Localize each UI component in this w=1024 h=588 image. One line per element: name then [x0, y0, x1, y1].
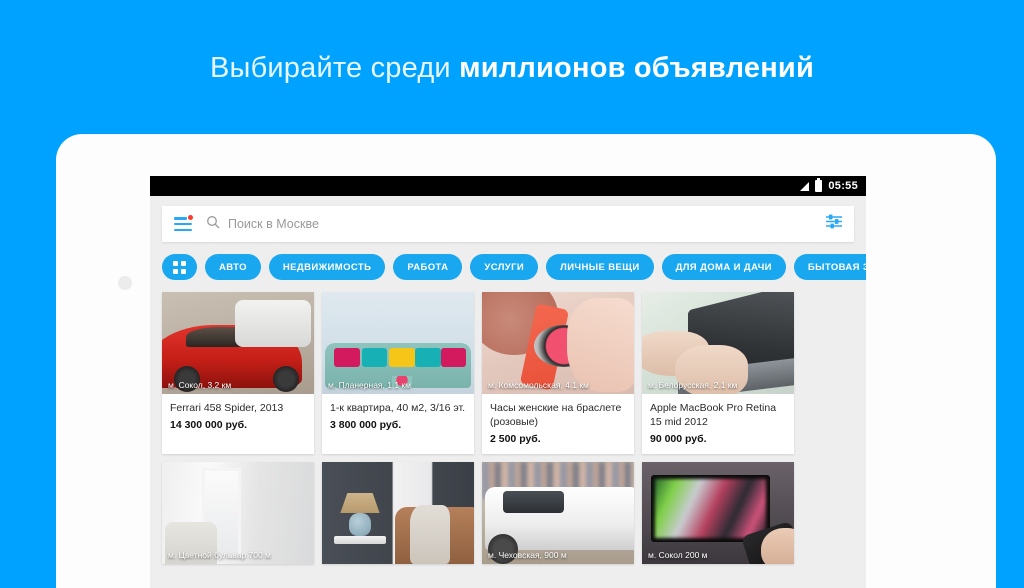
listing-info: Apple MacBook Pro Retina 15 mid 2012 90 … — [642, 394, 794, 454]
pillow — [361, 348, 388, 368]
listings-grid: м. Сокол, 3.2 км Ferrari 458 Spider, 201… — [150, 280, 866, 565]
hamburger-line-1 — [174, 217, 187, 220]
listing-geo-label: м. Сокол 200 м — [648, 550, 708, 561]
listing-card[interactable] — [322, 462, 474, 565]
listing-geo-label: м. Чеховская, 900 м — [488, 550, 567, 561]
grid-view-icon — [173, 260, 186, 274]
listing-info: Часы женские на браслете (розовые) 2 500… — [482, 394, 634, 454]
tv-frame — [651, 474, 770, 542]
search-bar-container: Поиск в Москве — [150, 196, 866, 242]
listing-card[interactable]: м. Комсомольская, 4.1 км Часы женские на… — [482, 292, 634, 455]
listing-price: 3 800 000 руб. — [330, 419, 402, 432]
category-chip-auto[interactable]: АВТО — [205, 254, 261, 280]
category-chip-home[interactable]: ДЛЯ ДОМА И ДАЧИ — [661, 254, 786, 280]
listing-geo-label: м. Белорусская, 2.1 км — [648, 380, 738, 390]
ferrari-photo — [162, 292, 314, 394]
lamp-sofa-photo — [322, 462, 474, 565]
white-suv-photo — [482, 462, 634, 565]
listing-geo-label: м. Комсомольская, 4.1 км — [488, 380, 589, 390]
headline-light-part: Выбирайте среди — [210, 52, 451, 84]
listing-title: Apple MacBook Pro Retina 15 mid 2012 — [650, 402, 777, 429]
front-camera-icon — [118, 276, 132, 290]
pillow — [414, 348, 441, 368]
listing-price: 90 000 руб. — [650, 433, 707, 446]
grid-cell — [181, 260, 186, 266]
grid-cell — [173, 268, 178, 274]
listing-card[interactable]: м. Чеховская, 900 м — [482, 462, 634, 565]
pillow — [334, 348, 360, 368]
sofa-interior-photo — [322, 292, 474, 394]
battery-icon — [815, 178, 823, 192]
listing-title: Часы женские на браслете (розовые) — [490, 402, 622, 429]
listing-geo-label: м. Цветной бульвар 700 м — [168, 550, 271, 561]
listing-photo[interactable]: м. Комсомольская, 4.1 км — [482, 292, 634, 394]
hand-shape — [567, 298, 634, 392]
listing-photo[interactable]: м. Цветной бульвар 700 м — [162, 462, 314, 565]
pink-watch-photo — [482, 292, 634, 394]
tablet-device-frame: 05:55 Поиск в Москве АВТО НЕДВИЖИМОСТЬ Р… — [56, 134, 996, 588]
lamp-shade — [340, 492, 380, 514]
car-windshield — [186, 326, 254, 348]
search-input[interactable]: Поиск в Москве — [228, 217, 826, 231]
filter-sliders-icon[interactable] — [826, 214, 842, 234]
tv-screen — [655, 478, 766, 538]
listing-geo-label: м. Планерная, 1.1 км — [328, 380, 411, 390]
lamp-base — [349, 513, 371, 536]
car-wheel — [272, 365, 299, 392]
category-chip-personal[interactable]: ЛИЧНЫЕ ВЕЩИ — [546, 254, 654, 280]
promo-headline: Выбирайте среди миллионов объявлений — [0, 52, 1024, 85]
listing-title: 1-к квартира, 40 м2, 3/16 эт. — [330, 402, 466, 414]
category-grid-button[interactable] — [162, 254, 197, 280]
listing-photo[interactable] — [322, 462, 474, 565]
category-chips-row[interactable]: АВТО НЕДВИЖИМОСТЬ РАБОТА УСЛУГИ ЛИЧНЫЕ В… — [150, 242, 866, 280]
listing-price: 2 500 руб. — [490, 433, 541, 446]
macbook-photo — [642, 292, 794, 394]
listing-photo[interactable]: м. Планерная, 1.1 км — [322, 292, 474, 394]
pillow — [388, 348, 415, 368]
hamburger-line-3 — [174, 228, 192, 231]
device-screen: 05:55 Поиск в Москве АВТО НЕДВИЖИМОСТЬ Р… — [150, 176, 866, 588]
status-bar: 05:55 — [150, 176, 866, 196]
listing-info: Ferrari 458 Spider, 2013 14 300 000 руб. — [162, 394, 314, 440]
hamburger-menu-icon[interactable] — [174, 215, 193, 231]
listing-photo[interactable]: м. Чеховская, 900 м — [482, 462, 634, 565]
listing-info: 1-к квартира, 40 м2, 3/16 эт. 3 800 000 … — [322, 394, 474, 440]
grid-cell — [173, 260, 178, 266]
category-chip-electronics[interactable]: БЫТОВАЯ ЭЛЕКТРОНИКА — [793, 254, 866, 280]
listing-card[interactable]: м. Планерная, 1.1 км 1-к квартира, 40 м2… — [322, 292, 474, 455]
category-chip-jobs[interactable]: РАБОТА — [393, 254, 463, 280]
listing-card[interactable]: м. Сокол 200 м — [642, 462, 794, 565]
listing-price: 14 300 000 руб. — [170, 419, 247, 432]
hamburger-line-2 — [174, 222, 192, 226]
listing-photo[interactable]: м. Сокол, 3.2 км — [162, 292, 314, 394]
notification-dot — [188, 215, 193, 220]
category-chip-services[interactable]: УСЛУГИ — [470, 254, 539, 280]
search-icon — [206, 215, 220, 234]
listing-card[interactable]: м. Цветной бульвар 700 м — [162, 462, 314, 565]
tv-remote-photo — [642, 462, 794, 565]
category-chip-realty[interactable]: НЕДВИЖИМОСТЬ — [268, 254, 386, 280]
listing-card[interactable]: м. Сокол, 3.2 км Ferrari 458 Spider, 201… — [162, 292, 314, 455]
listing-title: Ferrari 458 Spider, 2013 — [170, 402, 284, 414]
throw-blanket — [410, 505, 450, 565]
listing-photo[interactable]: м. Белорусская, 2.1 км — [642, 292, 794, 394]
status-bar-clock: 05:55 — [828, 180, 858, 192]
listing-card[interactable]: м. Белорусская, 2.1 км Apple MacBook Pro… — [642, 292, 794, 455]
car-window — [503, 490, 565, 514]
listing-geo-label: м. Сокол, 3.2 км — [168, 380, 232, 390]
listing-photo[interactable]: м. Сокол 200 м — [642, 462, 794, 565]
side-table — [334, 535, 386, 544]
pillow — [440, 348, 467, 368]
headline-bold-part: миллионов объявлений — [459, 52, 814, 84]
signal-icon — [800, 181, 810, 191]
grid-cell — [181, 268, 186, 274]
search-bar[interactable]: Поиск в Москве — [162, 206, 854, 242]
